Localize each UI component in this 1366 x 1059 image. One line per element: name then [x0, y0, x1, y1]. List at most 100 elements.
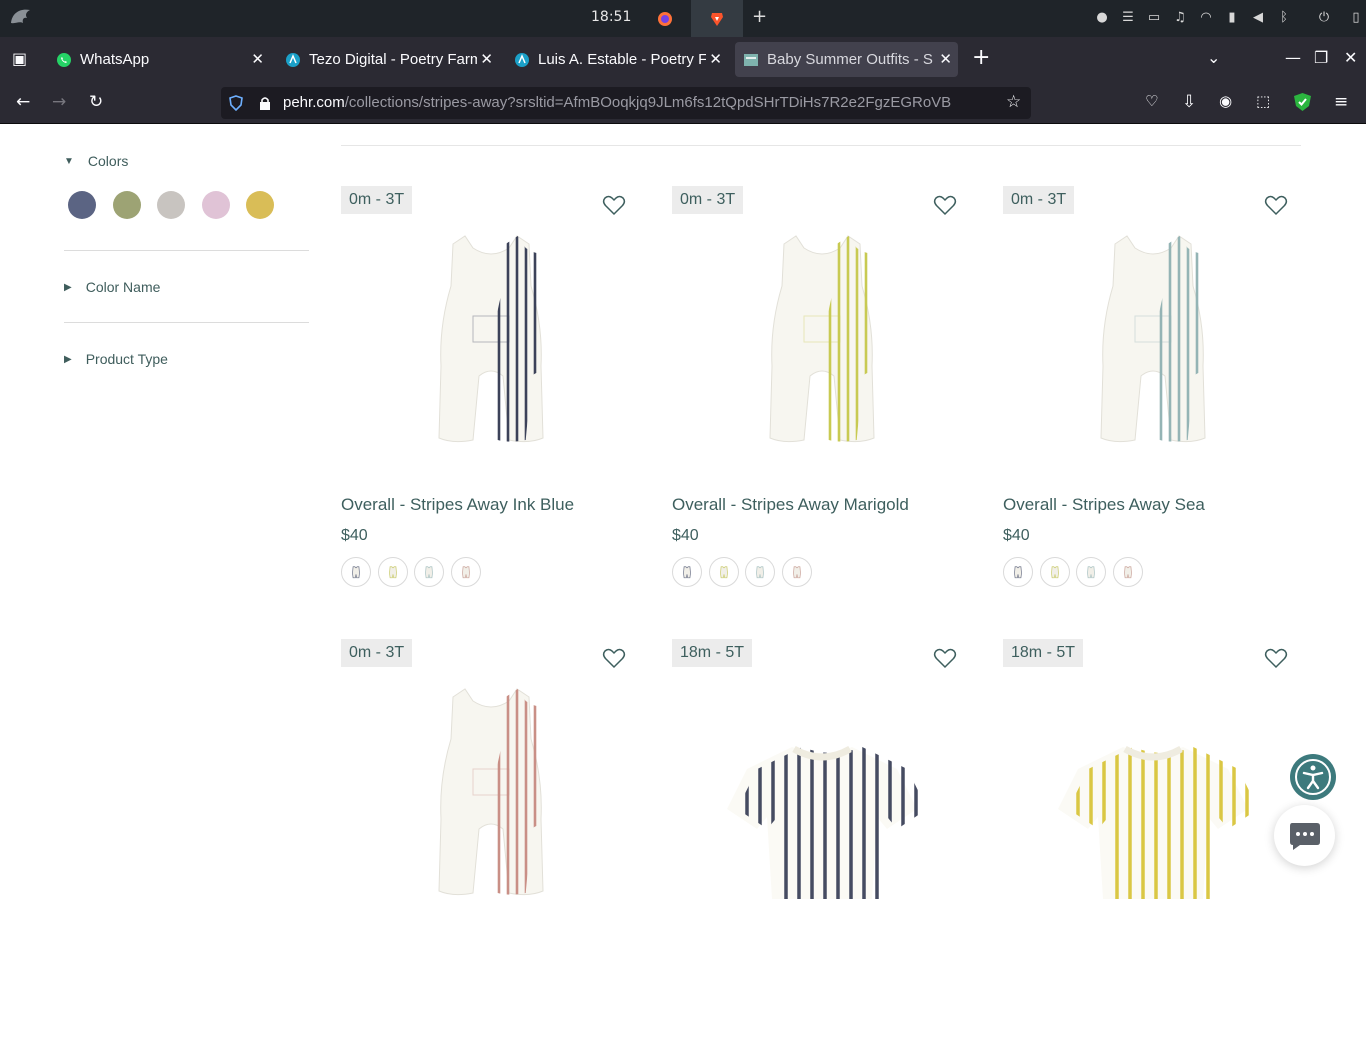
- new-tab-icon[interactable]: +: [972, 45, 990, 70]
- bookmark-star-icon[interactable]: ☆: [1006, 92, 1021, 112]
- accessibility-icon: [1295, 759, 1331, 795]
- minimize-icon[interactable]: —: [1285, 48, 1301, 67]
- color-swatch[interactable]: [68, 191, 96, 219]
- color-variant-list: [1003, 557, 1150, 587]
- size-range-badge: 0m - 3T: [1003, 186, 1075, 214]
- color-swatch[interactable]: [246, 191, 274, 219]
- color-variant-swatch[interactable]: [451, 557, 482, 587]
- color-variant-swatch[interactable]: [341, 557, 371, 587]
- size-range-badge: 18m - 5T: [672, 639, 753, 667]
- filter-colors-toggle[interactable]: ▼ Colors: [64, 153, 128, 169]
- product-name-link[interactable]: Overall - Stripes Away Sea: [1003, 495, 1205, 515]
- os-logo-icon[interactable]: [8, 5, 34, 31]
- wishlist-heart-icon[interactable]: [933, 194, 957, 216]
- wishlist-heart-icon[interactable]: [602, 647, 626, 669]
- size-range-badge: 0m - 3T: [341, 186, 413, 214]
- lock-icon[interactable]: [258, 95, 272, 111]
- caret-down-icon: ▼: [64, 155, 74, 167]
- color-variant-swatch[interactable]: [377, 557, 408, 587]
- tab-title: Luis A. Estable - Poetry F: [538, 51, 706, 68]
- ad-blocker-icon[interactable]: [1293, 92, 1312, 112]
- color-variant-swatch[interactable]: [414, 557, 445, 587]
- forward-icon[interactable]: →: [52, 92, 66, 112]
- caret-right-icon: ▶: [64, 281, 72, 293]
- wishlist-heart-icon[interactable]: [933, 647, 957, 669]
- close-tab-icon[interactable]: ✕: [939, 50, 952, 68]
- wishlist-heart-icon[interactable]: [1264, 647, 1288, 669]
- product-card[interactable]: 18m - 5T: [1003, 639, 1303, 1059]
- color-variant-swatch[interactable]: [1003, 557, 1033, 587]
- product-price: $40: [1003, 527, 1030, 544]
- product-image[interactable]: [391, 659, 591, 899]
- product-image[interactable]: [1053, 659, 1253, 899]
- close-tab-icon[interactable]: ✕: [480, 50, 493, 68]
- tab-title: Tezo Digital - Poetry Farm: [309, 51, 477, 68]
- volume-icon[interactable]: ◀: [1249, 9, 1267, 27]
- reload-icon[interactable]: ↻: [89, 92, 103, 112]
- color-variant-swatch[interactable]: [1039, 557, 1070, 587]
- wishlist-heart-icon[interactable]: [1264, 194, 1288, 216]
- close-tab-icon[interactable]: ✕: [251, 50, 264, 68]
- sidebar-icon[interactable]: ▯: [1347, 9, 1365, 27]
- tab-tezo-digital[interactable]: Tezo Digital - Poetry Farm ✕: [277, 42, 499, 77]
- product-card[interactable]: 0m - 3T: [341, 639, 641, 1059]
- color-variant-swatch[interactable]: [782, 557, 813, 587]
- shield-icon[interactable]: [229, 95, 243, 111]
- url-bar[interactable]: pehr.com/collections/stripes-away?srslti…: [221, 87, 1031, 119]
- product-card[interactable]: 0m - 3T Overall - Stripes Away Ink Blue $…: [341, 186, 641, 606]
- product-card[interactable]: 0m - 3T Overall - Stripes Away Sea $40: [1003, 186, 1303, 606]
- chat-widget-button[interactable]: [1274, 805, 1335, 866]
- back-icon[interactable]: ←: [16, 92, 30, 112]
- accessibility-button[interactable]: [1290, 754, 1336, 800]
- tab-baby-summer-outfits[interactable]: Baby Summer Outfits - S ✕: [735, 42, 958, 77]
- product-image[interactable]: [722, 659, 922, 899]
- close-window-icon[interactable]: ✕: [1344, 48, 1357, 67]
- color-swatch[interactable]: [202, 191, 230, 219]
- filter-color-name-toggle[interactable]: ▶ Color Name: [64, 279, 160, 295]
- tab-luis-estable[interactable]: Luis A. Estable - Poetry F ✕: [506, 42, 728, 77]
- power-icon[interactable]: ⏻: [1315, 9, 1333, 27]
- download-icon[interactable]: ⇩: [1182, 92, 1196, 112]
- filter-product-type-toggle[interactable]: ▶ Product Type: [64, 351, 168, 367]
- brave-icon[interactable]: [691, 0, 743, 37]
- extensions-icon[interactable]: ⬚: [1256, 92, 1270, 110]
- wishlist-heart-icon[interactable]: [602, 194, 626, 216]
- whatsapp-icon: [57, 52, 71, 67]
- list-icon[interactable]: ☰: [1119, 9, 1137, 27]
- color-swatch[interactable]: [157, 191, 185, 219]
- wifi-icon[interactable]: ◠: [1197, 9, 1215, 27]
- folder-icon[interactable]: ▭: [1145, 9, 1163, 27]
- product-image[interactable]: [722, 206, 922, 446]
- close-tab-icon[interactable]: ✕: [709, 50, 722, 68]
- color-variant-swatch[interactable]: [745, 557, 776, 587]
- product-name-link[interactable]: Overall - Stripes Away Ink Blue: [341, 495, 574, 515]
- color-variant-swatch[interactable]: [1113, 557, 1144, 587]
- bluetooth-icon[interactable]: ᛒ: [1275, 9, 1293, 27]
- product-card[interactable]: 0m - 3T Overall - Stripes Away Marigold $…: [672, 186, 972, 606]
- color-variant-swatch[interactable]: [672, 557, 702, 587]
- pocket-icon[interactable]: ♡: [1145, 92, 1158, 110]
- product-card[interactable]: 18m - 5T: [672, 639, 972, 1059]
- color-variant-swatch[interactable]: [708, 557, 739, 587]
- color-swatch[interactable]: [113, 191, 141, 219]
- filter-divider: [64, 250, 309, 251]
- firefox-view-icon[interactable]: ▣: [12, 49, 27, 68]
- list-tabs-icon[interactable]: ⌄: [1207, 48, 1220, 67]
- chat-bubble-icon: [1290, 823, 1320, 850]
- product-image[interactable]: [391, 206, 591, 446]
- restore-icon[interactable]: ❐: [1314, 48, 1328, 67]
- dot-icon[interactable]: ●: [1093, 9, 1111, 27]
- product-image[interactable]: [1053, 206, 1253, 446]
- system-bar: 18:51 + ● ☰ ▭ ♫ ◠ ▮ ◀ ᛒ ⏻ ▯: [0, 0, 1366, 37]
- color-variant-swatch[interactable]: [1076, 557, 1107, 587]
- new-workspace-icon[interactable]: +: [752, 6, 767, 27]
- firefox-icon[interactable]: [639, 0, 691, 37]
- tab-whatsapp[interactable]: WhatsApp ✕: [48, 42, 270, 77]
- product-name-link[interactable]: Overall - Stripes Away Marigold: [672, 495, 909, 515]
- account-icon[interactable]: ◉: [1219, 92, 1232, 110]
- battery-icon[interactable]: ▮: [1223, 9, 1241, 27]
- size-range-badge: 0m - 3T: [341, 639, 413, 667]
- app-menu-icon[interactable]: ≡: [1334, 92, 1348, 112]
- product-price: $40: [672, 527, 699, 544]
- bell-icon[interactable]: ♫: [1171, 9, 1189, 27]
